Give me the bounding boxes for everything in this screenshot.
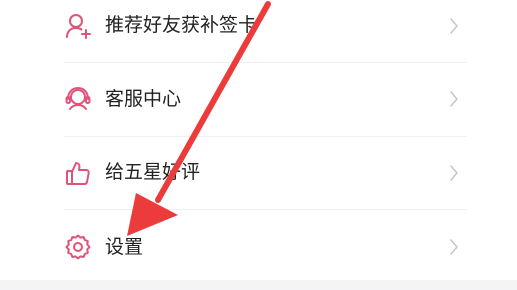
menu-item-label: 客服中心 — [105, 88, 182, 110]
menu-item-five-star-review[interactable]: 给五星好评 — [0, 136, 517, 210]
menu-item-invite-friends[interactable]: 推荐好友获补签卡 — [0, 0, 517, 62]
menu-item-label: 推荐好友获补签卡 — [105, 14, 258, 36]
section-gap — [0, 280, 517, 290]
menu-item-settings[interactable]: 设置 — [0, 209, 517, 283]
chevron-right-icon — [447, 162, 461, 184]
gear-icon — [64, 233, 92, 261]
add-user-icon — [64, 12, 92, 40]
chevron-right-icon — [447, 236, 461, 258]
menu-item-label: 设置 — [105, 236, 144, 258]
chevron-right-icon — [447, 88, 461, 110]
chevron-right-icon — [447, 15, 461, 37]
menu-item-customer-service[interactable]: 客服中心 — [0, 62, 517, 136]
customer-service-icon — [64, 85, 92, 113]
thumbs-up-icon — [64, 159, 92, 187]
settings-screen: 推荐好友获补签卡 客服中心 给五星好评 设置 — [0, 0, 517, 290]
menu-item-label: 给五星好评 — [105, 161, 201, 183]
